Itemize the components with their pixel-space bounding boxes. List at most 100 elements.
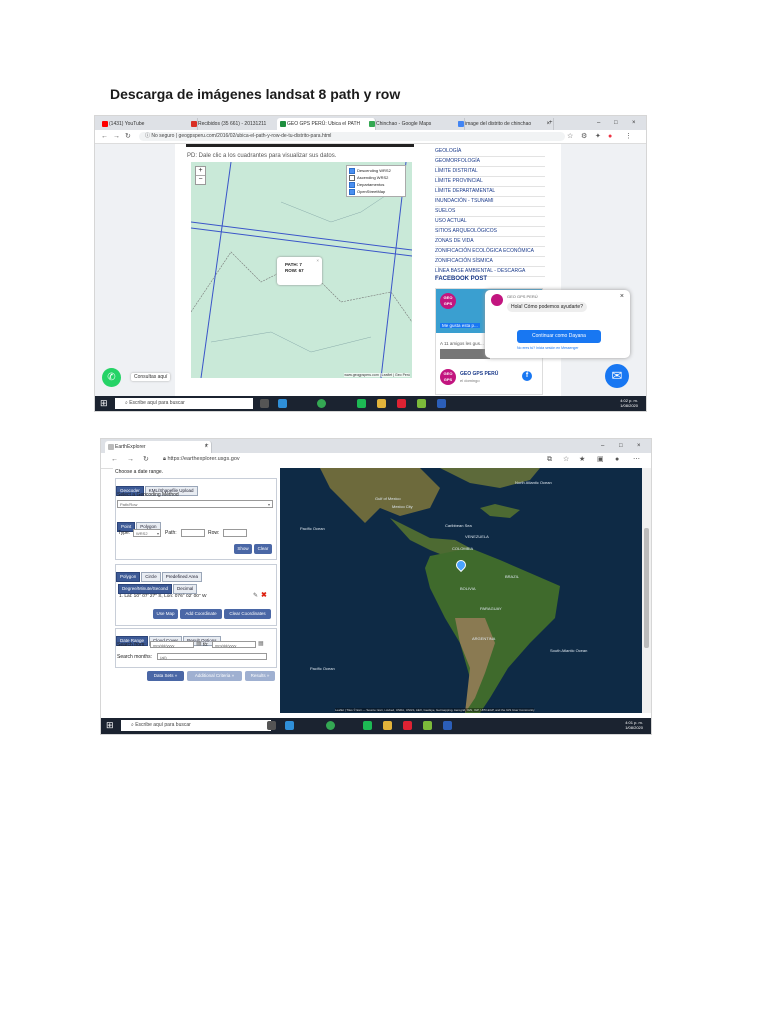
app-icon[interactable]	[357, 399, 366, 408]
new-tab-icon[interactable]: +	[205, 439, 209, 453]
tab-google-maps[interactable]: Chinchao - Google Maps×	[366, 118, 465, 130]
taskbar-search[interactable]: ⌕ Escribe aquí para buscar	[115, 398, 253, 409]
windows-start-icon[interactable]: ⊞	[106, 721, 114, 730]
fb-page-name[interactable]: GEO GPS PERÚ	[460, 371, 498, 377]
reload-icon[interactable]: ↻	[125, 130, 131, 143]
collections-icon[interactable]: ▣	[597, 453, 604, 466]
layer-departamentos[interactable]: Departamentos	[349, 181, 403, 188]
row-input[interactable]	[223, 529, 247, 537]
close-window-icon[interactable]: ×	[632, 116, 636, 130]
layer-control[interactable]: Descending WRS2 Ascending WRS2 Departame…	[346, 165, 406, 197]
zoom-in-button[interactable]: +	[196, 167, 205, 175]
forward-icon[interactable]: →	[113, 130, 120, 143]
data-sets-button[interactable]: Data Sets »	[147, 671, 184, 681]
close-icon[interactable]: ×	[316, 258, 319, 264]
delete-icon[interactable]: ✖	[261, 591, 267, 599]
star-icon[interactable]: ☆	[567, 130, 573, 143]
additional-criteria-button[interactable]: Additional Criteria »	[187, 671, 242, 681]
menu-icon[interactable]: ⋮	[625, 130, 632, 143]
zoom-control[interactable]: + −	[195, 166, 206, 185]
whatsapp-label[interactable]: Consultas aquí	[131, 373, 171, 381]
list-item[interactable]: GEOLOGÍA	[435, 147, 545, 157]
edge-icon[interactable]	[285, 721, 294, 730]
edit-icon[interactable]: ✎	[253, 592, 258, 599]
facebook-icon[interactable]: f	[522, 371, 532, 381]
tab-earthexplorer[interactable]: EarthExplorer ×	[105, 441, 212, 453]
maximize-icon[interactable]: □	[614, 116, 618, 130]
satellite-map[interactable]: Gulf of Mexico Mexico City North Atlanti…	[280, 468, 642, 713]
folder-icon[interactable]	[377, 399, 386, 408]
tab-youtube[interactable]: (1431) YouTube×	[99, 118, 198, 130]
word-icon[interactable]	[437, 399, 446, 408]
add-coordinate-button[interactable]: Add Coordinate	[180, 609, 222, 619]
months-select[interactable]: (all)	[157, 653, 267, 660]
chat-note[interactable]: No eres tú? Inicia sesión en Messenger	[517, 346, 578, 350]
list-item[interactable]: INUNDACIÓN - TSUNAMI	[435, 197, 545, 207]
app-icon[interactable]	[363, 721, 372, 730]
word-icon[interactable]	[443, 721, 452, 730]
url-field[interactable]: 🔒︎ https://earthexplorer.usgs.gov	[163, 456, 240, 463]
qgis-icon[interactable]	[417, 399, 426, 408]
close-window-icon[interactable]: ×	[637, 439, 641, 453]
tab-decimal[interactable]: Decimal	[173, 584, 198, 594]
close-icon[interactable]: ×	[620, 293, 624, 300]
minimize-icon[interactable]: –	[597, 116, 600, 130]
chrome-icon[interactable]	[326, 721, 335, 730]
use-map-button[interactable]: Use Map	[153, 609, 178, 619]
windows-start-icon[interactable]: ⊞	[100, 399, 108, 408]
reload-icon[interactable]: ↻	[143, 453, 149, 466]
extension-icon[interactable]: ⚙	[581, 130, 587, 143]
list-item[interactable]: SUELOS	[435, 207, 545, 217]
tab-google-search[interactable]: image del distrito de chinchao ×	[455, 118, 554, 130]
results-button[interactable]: Results »	[245, 671, 275, 681]
whatsapp-icon[interactable]: ✆	[102, 368, 121, 387]
messenger-icon[interactable]: ✉	[605, 364, 629, 388]
layer-descending[interactable]: Descending WRS2	[349, 167, 403, 174]
back-icon[interactable]: ←	[111, 453, 118, 466]
task-view-icon[interactable]	[260, 399, 269, 408]
profile-avatar[interactable]: ●	[615, 453, 619, 466]
pdf-icon[interactable]	[403, 721, 412, 730]
wrs2-map[interactable]: + − Descending WRS2 Ascending WRS2 Depart…	[191, 162, 412, 378]
edge-icon[interactable]	[278, 399, 287, 408]
date-to-input[interactable]: mm/dd/yyyy	[212, 641, 256, 648]
pdf-icon[interactable]	[397, 399, 406, 408]
clear-coordinates-button[interactable]: Clear Coordinates	[224, 609, 271, 619]
tab-dms[interactable]: Degree/Minute/Second	[118, 584, 173, 594]
profile-avatar[interactable]: ●	[608, 130, 612, 143]
list-item[interactable]: ZONIFICACIÓN ECOLÓGICA ECONÓMICA	[435, 247, 545, 257]
forward-icon[interactable]: →	[127, 453, 134, 466]
checkbox[interactable]	[349, 188, 355, 195]
favorites-icon[interactable]: ★	[579, 453, 585, 466]
layer-osm[interactable]: OpenStreetMap	[349, 188, 403, 195]
tab-gmail[interactable]: Recibidos (35 661) - 20131211×	[188, 118, 287, 130]
coordinate-entry[interactable]: 1. Lat: 10° 07' 27" S, Lon: 076° 02' 00"…	[119, 594, 206, 599]
type-select[interactable]: WRS2 ▾	[133, 529, 161, 537]
list-item[interactable]: LÍMITE DISTRITAL	[435, 167, 545, 177]
scrollbar-thumb[interactable]	[644, 528, 649, 648]
reader-icon[interactable]: ⧉	[547, 453, 552, 466]
zoom-out-button[interactable]: −	[196, 175, 205, 184]
minimize-icon[interactable]: –	[601, 439, 604, 453]
calendar-icon[interactable]: ▦	[258, 640, 264, 647]
fb-like-button[interactable]: Me gusta esta p...	[440, 323, 480, 328]
list-item[interactable]: LÍMITE PROVINCIAL	[435, 177, 545, 187]
continue-as-button[interactable]: Continuar como Dayana	[517, 330, 601, 343]
back-icon[interactable]: ←	[101, 130, 108, 143]
method-select[interactable]: Path/Row ▾	[117, 500, 273, 508]
folder-icon[interactable]	[383, 721, 392, 730]
list-item[interactable]: GEOMORFOLOGÍA	[435, 157, 545, 167]
taskbar-search[interactable]: ⌕ Escribe aquí para buscar	[121, 720, 271, 731]
star-icon[interactable]: ☆	[563, 453, 569, 466]
calendar-icon[interactable]: ▦	[196, 640, 202, 647]
tab-geogps[interactable]: GEO GPS PERÚ: Ubica el PATH×	[277, 118, 376, 130]
qgis-icon[interactable]	[423, 721, 432, 730]
puzzle-icon[interactable]: ✦	[595, 130, 601, 143]
new-tab-icon[interactable]: +	[549, 116, 553, 130]
show-button[interactable]: Show	[234, 544, 252, 554]
menu-icon[interactable]: ⋯	[633, 453, 640, 466]
chrome-icon[interactable]	[317, 399, 326, 408]
url-field[interactable]: ⓘ No seguro | geogpsperu.com/2016/02/ubi…	[139, 132, 565, 141]
vertical-scrollbar[interactable]	[642, 468, 651, 713]
maximize-icon[interactable]: □	[619, 439, 623, 453]
